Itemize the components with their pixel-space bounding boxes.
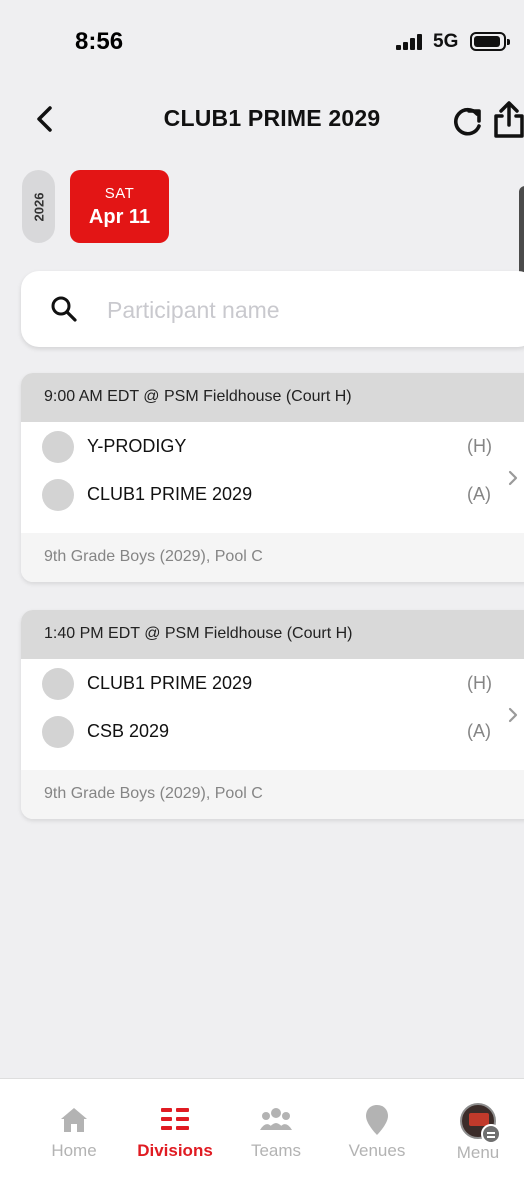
tab-label-teams: Teams xyxy=(250,1141,302,1160)
match-division: 9th Grade Boys (2029), Pool C xyxy=(21,533,524,582)
team-row-away[interactable]: CSB 2029 (A) xyxy=(21,707,524,755)
share-button[interactable] xyxy=(492,99,524,139)
tab-label-home: Home xyxy=(51,1141,97,1160)
tab-label-venues: Venues xyxy=(348,1141,406,1160)
match-division: 9th Grade Boys (2029), Pool C xyxy=(21,770,524,819)
share-icon xyxy=(494,101,524,138)
year-pill[interactable]: 2026 xyxy=(22,170,55,243)
team-logo xyxy=(42,431,74,463)
cellular-signal-icon xyxy=(396,34,424,50)
tab-home[interactable]: Home xyxy=(24,1103,124,1173)
menu-list-icon xyxy=(481,1124,501,1144)
away-side-label: (A) xyxy=(467,721,491,741)
home-icon xyxy=(61,1108,87,1132)
page-title: CLUB1 PRIME 2029 xyxy=(163,105,381,131)
team-logo xyxy=(42,479,74,511)
match-card[interactable]: 1:40 PM EDT @ PSM Fieldhouse (Court H) C… xyxy=(21,610,524,819)
teams-icon xyxy=(260,1108,292,1130)
status-time: 8:56 xyxy=(75,28,124,55)
away-team-name: CSB 2029 xyxy=(87,721,170,741)
team-row-home[interactable]: Y-PRODIGY (H) xyxy=(21,422,524,470)
divisions-icon xyxy=(161,1108,189,1130)
refresh-icon xyxy=(454,107,481,136)
home-team-name: CLUB1 PRIME 2029 xyxy=(87,673,253,693)
battery-icon xyxy=(470,32,510,51)
status-bar: 8:56 5G xyxy=(0,0,524,84)
home-side-label: (H) xyxy=(467,673,492,693)
home-side-label: (H) xyxy=(467,436,492,456)
team-logo xyxy=(42,668,74,700)
team-row-home[interactable]: CLUB1 PRIME 2029 (H) xyxy=(21,659,524,707)
team-row-away[interactable]: CLUB1 PRIME 2029 (A) xyxy=(21,470,524,518)
refresh-button[interactable] xyxy=(450,104,486,138)
tab-label-menu: Menu xyxy=(456,1143,500,1162)
away-team-name: CLUB1 PRIME 2029 xyxy=(87,484,253,504)
selected-date-chip[interactable]: SAT Apr 11 xyxy=(70,170,169,243)
menu-avatar-icon xyxy=(460,1103,501,1144)
date-day-label: SAT xyxy=(104,185,135,202)
home-team-name: Y-PRODIGY xyxy=(87,436,187,456)
participant-search-input[interactable] xyxy=(107,295,487,325)
bottom-tab-bar: Home Divisions Teams Venues Menu xyxy=(0,1078,524,1200)
venue-pin-icon xyxy=(366,1105,388,1135)
date-label: Apr 11 xyxy=(88,206,151,228)
participant-search-box[interactable] xyxy=(21,271,524,347)
top-navigation: CLUB1 PRIME 2029 xyxy=(0,92,524,148)
year-label: 2026 xyxy=(31,192,46,221)
tab-divisions[interactable]: Divisions xyxy=(125,1103,225,1173)
match-time-location: 1:40 PM EDT @ PSM Fieldhouse (Court H) xyxy=(21,610,524,659)
match-card[interactable]: 9:00 AM EDT @ PSM Fieldhouse (Court H) Y… xyxy=(21,373,524,582)
away-side-label: (A) xyxy=(467,484,491,504)
match-time-location: 9:00 AM EDT @ PSM Fieldhouse (Court H) xyxy=(21,373,524,422)
chevron-right-icon[interactable] xyxy=(507,469,519,487)
tab-label-divisions: Divisions xyxy=(137,1141,213,1160)
tab-venues[interactable]: Venues xyxy=(327,1103,427,1173)
date-selector: 2026 SAT Apr 11 xyxy=(0,170,524,309)
tab-menu[interactable]: Menu xyxy=(428,1103,524,1173)
team-logo xyxy=(42,716,74,748)
network-type: 5G xyxy=(433,31,459,52)
tab-teams[interactable]: Teams xyxy=(226,1103,326,1173)
search-icon xyxy=(51,296,77,322)
chevron-right-icon[interactable] xyxy=(507,706,519,724)
